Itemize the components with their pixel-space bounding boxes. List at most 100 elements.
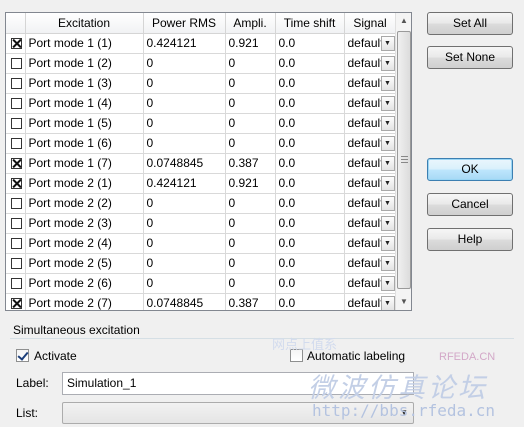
power-rms-cell[interactable]: 0 xyxy=(143,193,226,214)
row-checkbox-cell[interactable] xyxy=(6,233,26,254)
time-shift-cell[interactable]: 0.0 xyxy=(275,193,345,214)
power-rms-cell[interactable]: 0 xyxy=(143,273,226,294)
chevron-down-icon[interactable]: ▼ xyxy=(380,215,395,231)
ampli-cell[interactable]: 0.387 xyxy=(225,293,276,310)
signal-select[interactable]: default ▼ xyxy=(344,253,397,274)
ampli-cell[interactable]: 0 xyxy=(225,273,276,294)
column-header-excitation[interactable]: Excitation xyxy=(25,13,144,34)
time-shift-cell[interactable]: 0.0 xyxy=(275,93,345,114)
ok-button[interactable]: OK xyxy=(427,158,513,181)
signal-select[interactable]: default ▼ xyxy=(344,53,397,74)
activate-checkbox[interactable] xyxy=(16,349,29,362)
power-rms-cell[interactable]: 0 xyxy=(143,253,226,274)
power-rms-cell[interactable]: 0 xyxy=(143,233,226,254)
time-shift-cell[interactable]: 0.0 xyxy=(275,133,345,154)
power-rms-cell[interactable]: 0 xyxy=(143,93,226,114)
ampli-cell[interactable]: 0 xyxy=(225,53,276,74)
power-rms-cell[interactable]: 0 xyxy=(143,133,226,154)
ampli-cell[interactable]: 0 xyxy=(225,133,276,154)
chevron-down-icon[interactable]: ▼ xyxy=(380,35,395,51)
row-checkbox-cell[interactable] xyxy=(6,253,26,274)
row-checkbox-cell[interactable] xyxy=(6,153,26,174)
ampli-cell[interactable]: 0.921 xyxy=(225,173,276,194)
table-row[interactable]: Port mode 2 (2) 0 0 0.0 default ▼ xyxy=(6,193,397,214)
time-shift-cell[interactable]: 0.0 xyxy=(275,53,345,74)
ampli-cell[interactable]: 0.921 xyxy=(225,33,276,54)
row-checkbox-cell[interactable] xyxy=(6,273,26,294)
column-header-signal[interactable]: Signal xyxy=(344,13,397,34)
ampli-cell[interactable]: 0 xyxy=(225,93,276,114)
table-row[interactable]: Port mode 2 (1) 0.424121 0.921 0.0 defau… xyxy=(6,173,397,194)
row-checkbox-cell[interactable] xyxy=(6,293,26,310)
row-checkbox-cell[interactable] xyxy=(6,33,26,54)
row-checkbox-cell[interactable] xyxy=(6,113,26,134)
chevron-down-icon[interactable]: ▼ xyxy=(380,55,395,71)
power-rms-cell[interactable]: 0 xyxy=(143,53,226,74)
row-checkbox-cell[interactable] xyxy=(6,213,26,234)
chevron-down-icon[interactable]: ▼ xyxy=(380,75,395,91)
signal-select[interactable]: default ▼ xyxy=(344,153,397,174)
time-shift-cell[interactable]: 0.0 xyxy=(275,293,345,310)
automatic-labeling-checkbox[interactable] xyxy=(290,349,303,362)
cross-check-icon[interactable] xyxy=(11,58,23,70)
table-row[interactable]: Port mode 2 (7) 0.0748845 0.387 0.0 defa… xyxy=(6,293,397,310)
cross-check-icon[interactable] xyxy=(11,78,23,90)
chevron-down-icon[interactable]: ▼ xyxy=(380,115,395,131)
chevron-down-icon[interactable]: ▼ xyxy=(380,95,395,111)
row-checkbox-cell[interactable] xyxy=(6,73,26,94)
help-button[interactable]: Help xyxy=(427,228,513,251)
chevron-down-icon[interactable]: ▼ xyxy=(380,175,395,191)
chevron-down-icon[interactable]: ▼ xyxy=(380,135,395,151)
table-row[interactable]: Port mode 1 (7) 0.0748845 0.387 0.0 defa… xyxy=(6,153,397,174)
power-rms-cell[interactable]: 0 xyxy=(143,73,226,94)
row-checkbox-cell[interactable] xyxy=(6,173,26,194)
power-rms-cell[interactable]: 0.0748845 xyxy=(143,153,226,174)
time-shift-cell[interactable]: 0.0 xyxy=(275,73,345,94)
column-header-power-rms[interactable]: Power RMS xyxy=(143,13,226,34)
time-shift-cell[interactable]: 0.0 xyxy=(275,213,345,234)
table-row[interactable]: Port mode 1 (2) 0 0 0.0 default ▼ xyxy=(6,53,397,74)
list-dropdown[interactable]: ▼ xyxy=(62,402,414,424)
cross-check-icon[interactable] xyxy=(11,38,23,50)
power-rms-cell[interactable]: 0 xyxy=(143,113,226,134)
table-row[interactable]: Port mode 2 (6) 0 0 0.0 default ▼ xyxy=(6,273,397,294)
table-row[interactable]: Port mode 2 (3) 0 0 0.0 default ▼ xyxy=(6,213,397,234)
cross-check-icon[interactable] xyxy=(11,218,23,230)
set-none-button[interactable]: Set None xyxy=(427,46,513,69)
cross-check-icon[interactable] xyxy=(11,298,23,310)
signal-select[interactable]: default ▼ xyxy=(344,193,397,214)
signal-select[interactable]: default ▼ xyxy=(344,33,397,54)
cancel-button[interactable]: Cancel xyxy=(427,193,513,216)
ampli-cell[interactable]: 0.387 xyxy=(225,153,276,174)
time-shift-cell[interactable]: 0.0 xyxy=(275,33,345,54)
time-shift-cell[interactable]: 0.0 xyxy=(275,153,345,174)
time-shift-cell[interactable]: 0.0 xyxy=(275,233,345,254)
row-checkbox-cell[interactable] xyxy=(6,53,26,74)
signal-select[interactable]: default ▼ xyxy=(344,293,397,310)
signal-select[interactable]: default ▼ xyxy=(344,233,397,254)
cross-check-icon[interactable] xyxy=(11,138,23,150)
table-row[interactable]: Port mode 2 (5) 0 0 0.0 default ▼ xyxy=(6,253,397,274)
signal-select[interactable]: default ▼ xyxy=(344,173,397,194)
power-rms-cell[interactable]: 0.424121 xyxy=(143,33,226,54)
cross-check-icon[interactable] xyxy=(11,158,23,170)
set-all-button[interactable]: Set All xyxy=(427,12,513,35)
table-row[interactable]: Port mode 1 (1) 0.424121 0.921 0.0 defau… xyxy=(6,33,397,54)
ampli-cell[interactable]: 0 xyxy=(225,73,276,94)
cross-check-icon[interactable] xyxy=(11,98,23,110)
chevron-down-icon[interactable]: ▼ xyxy=(380,195,395,211)
chevron-down-icon[interactable]: ▼ xyxy=(380,255,395,271)
row-checkbox-cell[interactable] xyxy=(6,93,26,114)
cross-check-icon[interactable] xyxy=(11,178,23,190)
chevron-down-icon[interactable]: ▼ xyxy=(380,275,395,291)
signal-select[interactable]: default ▼ xyxy=(344,133,397,154)
ampli-cell[interactable]: 0 xyxy=(225,213,276,234)
time-shift-cell[interactable]: 0.0 xyxy=(275,173,345,194)
vertical-scrollbar[interactable]: ▲ ▼ xyxy=(395,13,411,310)
chevron-down-icon[interactable]: ▼ xyxy=(380,235,395,251)
cross-check-icon[interactable] xyxy=(11,118,23,130)
ampli-cell[interactable]: 0 xyxy=(225,193,276,214)
signal-select[interactable]: default ▼ xyxy=(344,213,397,234)
chevron-down-icon[interactable]: ▼ xyxy=(400,408,408,417)
cross-check-icon[interactable] xyxy=(11,278,23,290)
